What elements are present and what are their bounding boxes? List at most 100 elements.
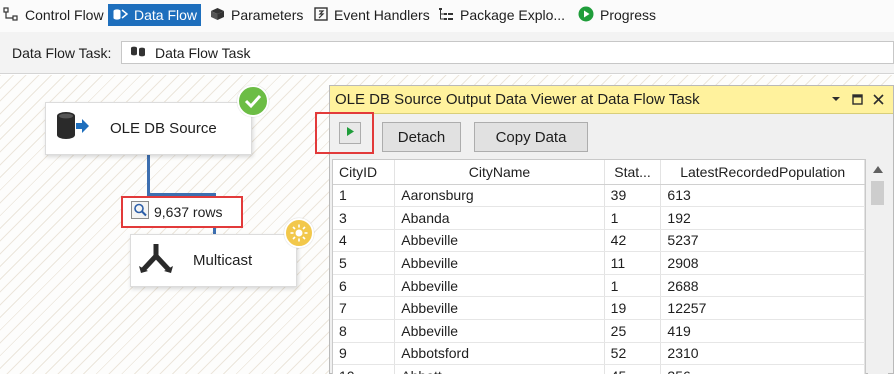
data-viewer-title-bar[interactable]: OLE DB Source Output Data Viewer at Data… xyxy=(330,86,893,114)
data-flow-icon xyxy=(112,7,129,24)
table-cell: 9 xyxy=(333,342,396,366)
tab-label: Data Flow xyxy=(134,7,198,23)
table-cell: 1 xyxy=(604,274,662,298)
table-cell: 25 xyxy=(604,319,662,343)
component-label: Multicast xyxy=(193,252,253,269)
tab-label: Progress xyxy=(600,7,657,23)
ole-db-source-icon xyxy=(56,111,90,146)
task-selector-value: Data Flow Task xyxy=(155,44,251,61)
multicast-component[interactable]: Multicast xyxy=(130,234,297,287)
table-cell: 11 xyxy=(604,251,662,275)
tab-progress[interactable]: Progress xyxy=(578,4,656,26)
table-cell: 5237 xyxy=(660,229,865,253)
success-check-icon xyxy=(237,85,269,117)
table-cell: 613 xyxy=(660,184,865,208)
column-header[interactable]: CityID xyxy=(333,160,396,185)
column-header[interactable]: Stat... xyxy=(604,160,662,185)
tab-label: Parameters xyxy=(231,7,304,23)
table-cell: 2310 xyxy=(660,342,865,366)
table-cell: 8 xyxy=(333,319,396,343)
table-cell: 10 xyxy=(333,364,396,374)
data-viewer-title: OLE DB Source Output Data Viewer at Data… xyxy=(335,91,700,108)
detach-button[interactable]: Detach xyxy=(382,122,461,152)
table-cell: Abanda xyxy=(394,206,605,230)
tab-package-explorer[interactable]: Package Explo... xyxy=(438,4,565,26)
table-cell: 19 xyxy=(604,296,662,321)
progress-icon xyxy=(578,6,594,25)
table-cell: 39 xyxy=(604,184,662,208)
table-cell: 1 xyxy=(333,184,396,208)
window-menu-chevron-icon[interactable] xyxy=(827,90,845,108)
table-cell: 2688 xyxy=(660,274,865,298)
data-table: CityID CityName Stat... LatestRecordedPo… xyxy=(333,160,865,374)
annotation-highlight-box xyxy=(315,112,374,154)
table-cell: 356 xyxy=(660,364,865,374)
data-viewer-path-label[interactable]: 9,637 rows xyxy=(121,196,243,228)
table-cell: Abbeville xyxy=(394,229,605,253)
data-path-connector[interactable] xyxy=(147,155,150,195)
table-cell: 1 xyxy=(604,206,662,230)
close-icon[interactable] xyxy=(869,90,887,108)
event-handlers-icon xyxy=(314,6,328,24)
tab-label: Control Flow xyxy=(25,7,104,23)
table-cell: 4 xyxy=(333,229,396,253)
designer-tab-strip: Control Flow Data Flow Parameters Event … xyxy=(0,0,894,32)
table-cell: Abbott xyxy=(394,364,605,374)
table-row[interactable]: 9 Abbotsford 52 2310 xyxy=(333,342,865,366)
table-row[interactable]: 10Abbott45356 xyxy=(333,364,865,374)
table-cell: Abbeville xyxy=(394,296,605,321)
multicast-icon xyxy=(138,242,174,279)
table-cell: 419 xyxy=(660,319,865,343)
scroll-up-arrow-icon[interactable] xyxy=(873,166,883,173)
table-cell: Abbeville xyxy=(394,251,605,275)
ole-db-source-component[interactable]: OLE DB Source xyxy=(45,102,252,155)
tab-label: Event Handlers xyxy=(334,7,430,23)
magnifier-icon xyxy=(131,200,149,224)
task-selector-bar: Data Flow Task: Data Flow Task xyxy=(0,32,894,74)
data-flow-task-icon xyxy=(130,45,146,61)
table-cell: Aaronsburg xyxy=(394,184,605,208)
table-cell: Abbotsford xyxy=(394,342,605,366)
tab-control-flow[interactable]: Control Flow xyxy=(3,4,104,26)
table-cell: 5 xyxy=(333,251,396,275)
table-cell: 3 xyxy=(333,206,396,230)
table-header-row: CityID CityName Stat... LatestRecordedPo… xyxy=(333,160,865,185)
component-label: OLE DB Source xyxy=(110,120,217,137)
table-cell: 2908 xyxy=(660,251,865,275)
table-row[interactable]: 4 Abbeville 42 5237 xyxy=(333,229,865,253)
table-cell: Abbeville xyxy=(394,274,605,298)
table-cell: 52 xyxy=(604,342,662,366)
table-row[interactable]: 3 Abanda 1 192 xyxy=(333,206,865,230)
table-cell: Abbeville xyxy=(394,319,605,343)
tab-data-flow[interactable]: Data Flow xyxy=(108,4,202,26)
data-viewer-grid[interactable]: CityID CityName Stat... LatestRecordedPo… xyxy=(332,159,866,374)
copy-data-button[interactable]: Copy Data xyxy=(474,122,588,152)
table-cell: 6 xyxy=(333,274,396,298)
parameters-icon xyxy=(210,7,225,24)
tab-parameters[interactable]: Parameters xyxy=(210,4,303,26)
table-cell: 45 xyxy=(604,364,662,374)
maximize-icon[interactable] xyxy=(848,90,866,108)
tab-event-handlers[interactable]: Event Handlers xyxy=(314,4,430,26)
table-row[interactable]: 6 Abbeville 1 2688 xyxy=(333,274,865,298)
task-selector-dropdown[interactable]: Data Flow Task xyxy=(121,41,894,64)
table-cell: 12257 xyxy=(660,296,865,321)
table-row[interactable]: 8 Abbeville 25 419 xyxy=(333,319,865,343)
table-cell: 7 xyxy=(333,296,396,321)
table-row[interactable]: 7 Abbeville 19 12257 xyxy=(333,296,865,321)
table-row[interactable]: 1 Aaronsburg 39 613 xyxy=(333,184,865,208)
table-cell: 42 xyxy=(604,229,662,253)
scrollbar-thumb[interactable] xyxy=(871,181,884,205)
in-progress-icon xyxy=(284,218,314,248)
task-selector-label: Data Flow Task: xyxy=(12,45,112,61)
tab-label: Package Explo... xyxy=(460,7,566,23)
column-header[interactable]: CityName xyxy=(394,160,605,185)
package-explorer-icon xyxy=(438,7,454,24)
row-count-text: 9,637 rows xyxy=(154,204,223,220)
column-header[interactable]: LatestRecordedPopulation xyxy=(660,160,865,185)
table-cell: 192 xyxy=(660,206,865,230)
table-row[interactable]: 5 Abbeville 11 2908 xyxy=(333,251,865,275)
control-flow-icon xyxy=(3,6,19,24)
vertical-scrollbar[interactable] xyxy=(868,159,888,374)
data-viewer-window[interactable]: OLE DB Source Output Data Viewer at Data… xyxy=(315,85,894,374)
